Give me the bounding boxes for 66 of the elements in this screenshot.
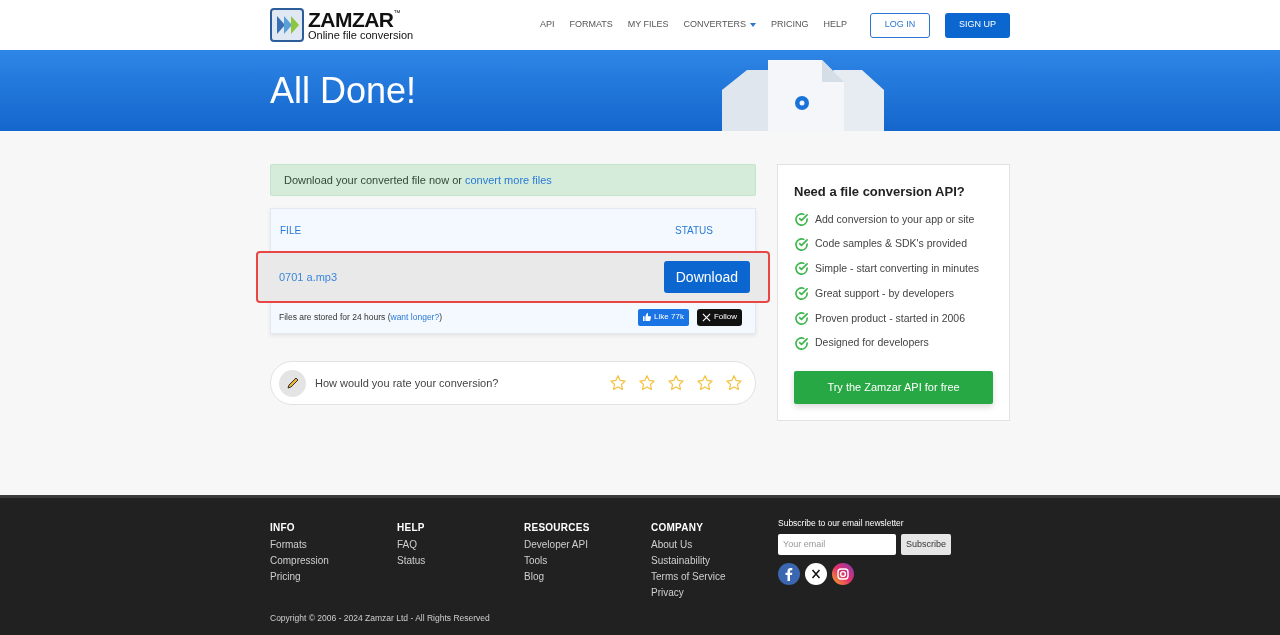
nav-link[interactable]: FORMATS bbox=[569, 18, 613, 32]
pencil-icon bbox=[279, 369, 306, 397]
nav-link[interactable]: PRICING bbox=[770, 18, 809, 32]
signup-button[interactable]: SIGN UP bbox=[945, 12, 1010, 38]
convert-more-link[interactable]: convert more files bbox=[465, 173, 552, 186]
star-icon[interactable] bbox=[696, 374, 714, 392]
feature-text: Add conversion to your app or site bbox=[815, 211, 975, 227]
footer-link[interactable]: FAQ bbox=[397, 538, 524, 551]
download-button[interactable]: Download bbox=[663, 261, 750, 293]
star-icon[interactable] bbox=[638, 374, 656, 392]
footer-link[interactable]: Pricing bbox=[270, 570, 397, 583]
footer-link[interactable]: About Us bbox=[651, 538, 778, 551]
star-icon[interactable] bbox=[667, 374, 685, 392]
footer-heading: COMPANY bbox=[651, 521, 705, 535]
footer-link[interactable]: Privacy bbox=[651, 586, 778, 599]
x-logo-icon[interactable] bbox=[805, 562, 827, 585]
check-circle-icon bbox=[794, 335, 809, 351]
footer-link[interactable]: Tools bbox=[524, 554, 651, 567]
footer-link[interactable]: Blog bbox=[524, 570, 651, 583]
star-icon[interactable] bbox=[609, 374, 627, 392]
check-circle-icon bbox=[794, 286, 809, 302]
logo-wordmark[interactable]: ZAMZAR bbox=[308, 9, 394, 30]
feature-text: Proven product - started in 2006 bbox=[815, 310, 965, 326]
nav-link[interactable]: MY FILES bbox=[627, 18, 669, 32]
like-button[interactable]: Like 77k bbox=[638, 308, 689, 326]
footer-heading: HELP bbox=[397, 521, 426, 535]
notice-text: Download your converted file now or convert more files bbox=[284, 172, 552, 188]
footer-heading: INFO bbox=[270, 521, 296, 535]
page-title: All Done! bbox=[270, 68, 417, 113]
caret-icon bbox=[749, 23, 756, 27]
footer-link[interactable]: Sustainability bbox=[651, 554, 778, 567]
check-circle-icon bbox=[794, 310, 809, 326]
check-circle-icon bbox=[794, 236, 809, 252]
email-field[interactable]: Your email bbox=[778, 533, 896, 555]
api-card-title: Need a file conversion API? bbox=[794, 183, 966, 201]
logo-icon[interactable] bbox=[270, 8, 304, 42]
feature-text: Great support - by developers bbox=[815, 285, 954, 301]
logo-tagline: Online file conversion bbox=[308, 30, 414, 41]
footer-link[interactable]: Compression bbox=[270, 554, 397, 567]
instagram-icon[interactable] bbox=[832, 562, 854, 585]
footer-link[interactable]: Terms of Service bbox=[651, 570, 778, 583]
rating-question: How would you rate your conversion? bbox=[315, 375, 499, 391]
facebook-icon[interactable] bbox=[778, 562, 800, 585]
footer-link[interactable]: Status bbox=[397, 554, 524, 567]
follow-button[interactable]: Follow bbox=[696, 308, 742, 326]
newsletter-label: Subscribe to our email newsletter bbox=[778, 517, 905, 530]
check-circle-icon bbox=[794, 211, 809, 227]
column-header: FILE bbox=[280, 224, 302, 238]
feature-text: Simple - start converting in minutes bbox=[815, 261, 979, 276]
thumbs-up-icon bbox=[643, 313, 652, 321]
footer-link[interactable]: Developer API bbox=[524, 538, 651, 551]
copyright-text: Copyright © 2006 - 2024 Zamzar Ltd - All Rights Reserved bbox=[270, 612, 491, 625]
x-logo-icon bbox=[701, 312, 711, 322]
footer-heading: RESOURCES bbox=[524, 521, 591, 535]
feature-text: Code samples & SDK's provided bbox=[815, 236, 967, 252]
star-icon[interactable] bbox=[725, 374, 743, 392]
subscribe-button[interactable]: Subscribe bbox=[901, 533, 952, 555]
column-header: STATUS bbox=[675, 224, 713, 238]
check-circle-icon bbox=[794, 261, 809, 277]
feature-text: Designed for developers bbox=[815, 335, 929, 351]
nav-link[interactable]: API bbox=[539, 18, 555, 32]
footer-link[interactable]: Formats bbox=[270, 538, 397, 551]
nav-link[interactable]: CONVERTERS bbox=[683, 18, 756, 32]
nav-link[interactable]: HELP bbox=[823, 18, 847, 32]
login-button[interactable]: LOG IN bbox=[870, 12, 930, 38]
storage-note: Files are stored for 24 hours (want longer?) bbox=[279, 310, 442, 324]
